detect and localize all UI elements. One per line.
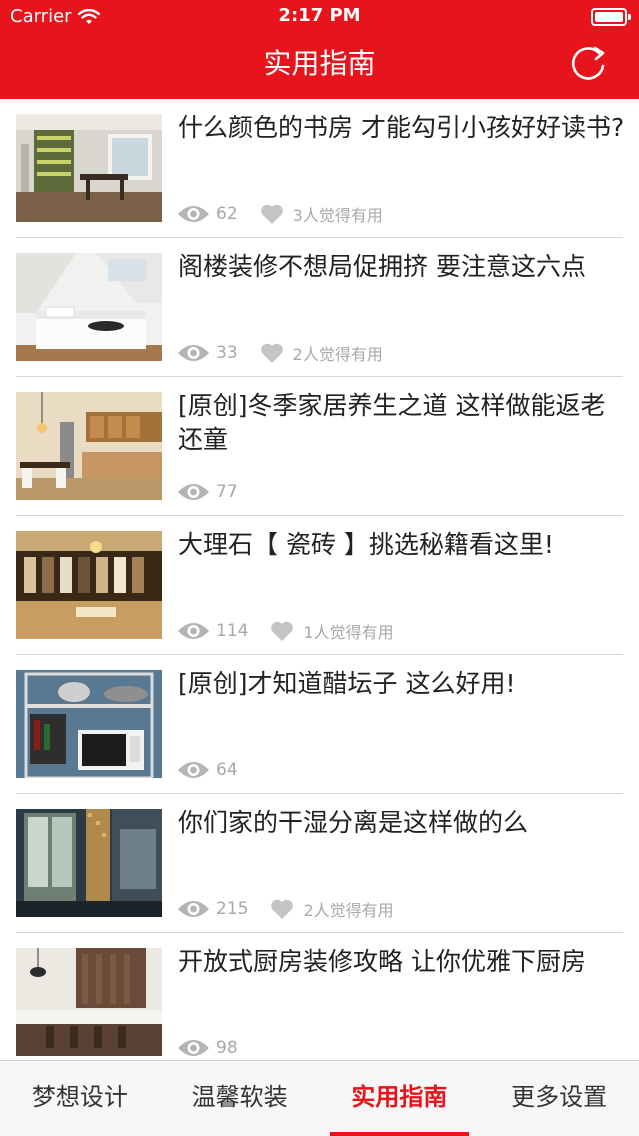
heart-icon	[271, 621, 294, 641]
article-item[interactable]: 你们家的干湿分离是这样做的么 215 2人觉得有用	[0, 794, 639, 933]
article-title: 什么颜色的书房 才能勾引小孩好好读书?	[178, 113, 625, 142]
article-meta: 64	[177, 757, 238, 783]
tab-label: 更多设置	[511, 1083, 608, 1111]
views-eye-icon	[178, 345, 209, 361]
views-eye-icon	[178, 1040, 209, 1056]
likes-text: 1人觉得有用	[303, 623, 394, 642]
view-count: 114	[216, 621, 249, 641]
article-item[interactable]: 大理石【 瓷砖 】挑选秘籍看这里! 114 1人觉得有用	[0, 516, 639, 655]
view-count: 33	[216, 343, 238, 363]
article-thumbnail	[16, 670, 162, 778]
views-eye-icon	[178, 484, 209, 500]
views-eye-icon	[178, 206, 209, 222]
article-item[interactable]: 什么颜色的书房 才能勾引小孩好好读书? 62 3人觉得有用	[0, 99, 639, 238]
article-meta: 98	[177, 1035, 238, 1060]
article-item[interactable]: 开放式厨房装修攻略 让你优雅下厨房 98	[0, 933, 639, 1060]
views-eye-icon	[178, 901, 209, 917]
tab-label: 梦想设计	[31, 1083, 128, 1111]
article-title: 阁楼装修不想局促拥挤 要注意这六点	[178, 252, 586, 281]
article-meta: 114 1人觉得有用	[177, 618, 394, 644]
likes-text: 3人觉得有用	[292, 206, 383, 225]
app-screen: Carrier 2:17 PM 实用指南 什么颜色的书房 才能勾引小孩好好读书?…	[0, 0, 639, 1136]
views-eye-icon	[178, 762, 209, 778]
view-count: 62	[216, 204, 238, 224]
article-meta: 77	[177, 479, 238, 505]
article-thumbnail	[16, 809, 162, 917]
bottom-tab-bar: 梦想设计 温馨软装 实用指南 更多设置	[0, 1060, 639, 1136]
view-count: 64	[216, 760, 238, 780]
article-item[interactable]: [原创]才知道醋坛子 这么好用! 64	[0, 655, 639, 794]
article-item[interactable]: 阁楼装修不想局促拥挤 要注意这六点 33 2人觉得有用	[0, 238, 639, 377]
article-meta: 62 3人觉得有用	[177, 201, 383, 227]
article-meta: 33 2人觉得有用	[177, 340, 383, 366]
view-count: 215	[216, 899, 249, 919]
tab-more-settings[interactable]: 更多设置	[479, 1061, 639, 1136]
article-item[interactable]: [原创]冬季家居养生之道 这样做能返老还童 77	[0, 377, 639, 516]
article-thumbnail	[16, 948, 162, 1056]
article-title: 开放式厨房装修攻略 让你优雅下厨房	[178, 947, 586, 976]
views-eye-icon	[178, 623, 209, 639]
tab-label: 实用指南	[351, 1083, 448, 1111]
article-meta: 215 2人觉得有用	[177, 896, 394, 922]
view-count: 77	[216, 482, 238, 502]
page-title: 实用指南	[263, 47, 376, 80]
tab-soft-decoration[interactable]: 温馨软装	[160, 1061, 320, 1136]
status-bar: Carrier 2:17 PM	[0, 0, 639, 34]
tab-dream-design[interactable]: 梦想设计	[0, 1061, 160, 1136]
article-thumbnail	[16, 392, 162, 500]
tab-practical-guide[interactable]: 实用指南	[320, 1061, 480, 1136]
tab-label: 温馨软装	[191, 1083, 288, 1111]
article-title: 你们家的干湿分离是这样做的么	[178, 808, 529, 837]
status-time: 2:17 PM	[278, 5, 361, 26]
heart-icon	[271, 899, 294, 919]
likes-text: 2人觉得有用	[292, 345, 383, 364]
battery-icon	[591, 8, 631, 26]
article-list[interactable]: 什么颜色的书房 才能勾引小孩好好读书? 62 3人觉得有用 阁楼装修不想局促拥挤…	[0, 99, 639, 1060]
header-bar: Carrier 2:17 PM 实用指南	[0, 0, 639, 99]
view-count: 98	[216, 1038, 238, 1058]
article-thumbnail	[16, 253, 162, 361]
article-title: [原创]才知道醋坛子 这么好用!	[178, 669, 516, 698]
article-title: [原创]冬季家居养生之道 这样做能返老还童	[178, 391, 606, 454]
article-title: 大理石【 瓷砖 】挑选秘籍看这里!	[178, 530, 554, 559]
likes-text: 2人觉得有用	[303, 901, 394, 920]
tab-active-indicator	[329, 1132, 470, 1136]
article-thumbnail	[16, 531, 162, 639]
heart-icon	[260, 343, 283, 363]
heart-icon	[260, 204, 283, 224]
refresh-icon[interactable]	[569, 44, 609, 84]
article-thumbnail	[16, 114, 162, 222]
